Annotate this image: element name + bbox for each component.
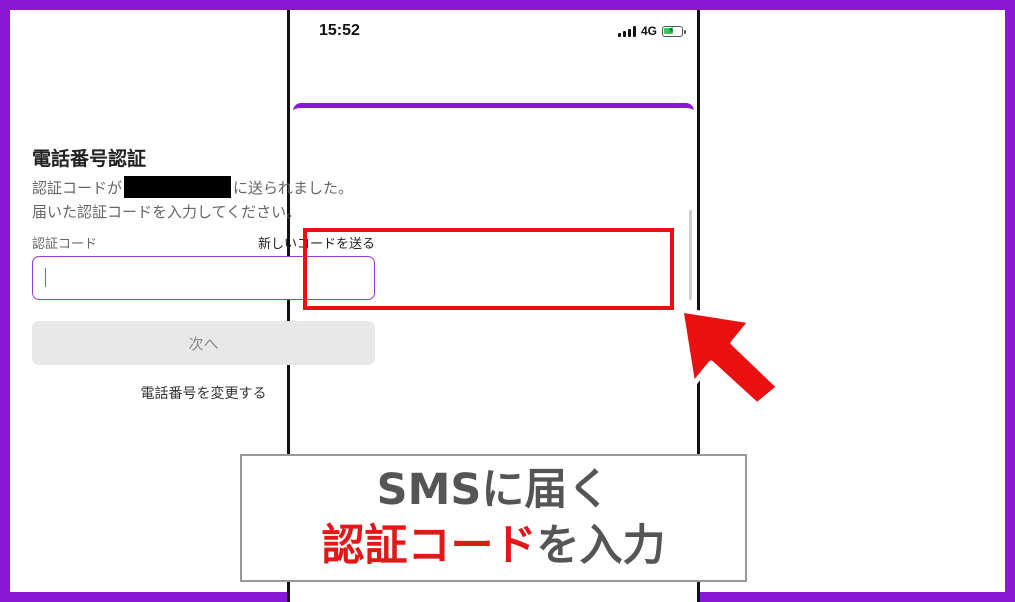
- caption-line-2: 認証コードを入力: [322, 519, 666, 573]
- caption-highlight: 認証コード: [321, 521, 537, 571]
- caption-line-1: SMSに届く: [376, 465, 611, 515]
- caption-rest: を入力: [536, 521, 666, 571]
- caption-box: SMSに届く 認証コードを入力: [240, 454, 747, 582]
